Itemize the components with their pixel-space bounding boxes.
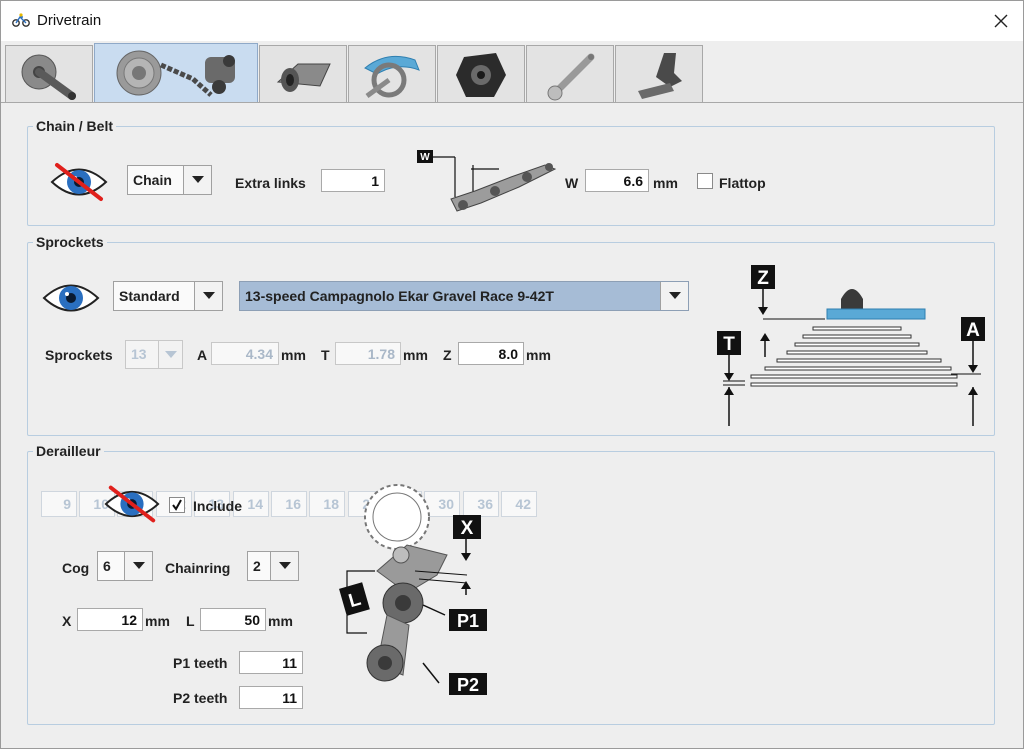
derailleur-group bbox=[27, 451, 995, 725]
tab-cassette-chain-derailleur[interactable] bbox=[94, 43, 258, 105]
chainring-label: Chainring bbox=[165, 560, 231, 576]
chainring-select[interactable]: 2 bbox=[247, 551, 299, 581]
include-derailleur-checkbox[interactable] bbox=[169, 497, 185, 513]
chain-width-diagram: W bbox=[417, 150, 557, 212]
a-spacing-input[interactable]: 4.34 bbox=[211, 342, 279, 365]
t-unit: mm bbox=[403, 347, 428, 363]
l-label: L bbox=[186, 613, 195, 629]
sprocket-spacing-diagram: Z T A bbox=[717, 265, 985, 426]
z-unit: mm bbox=[526, 347, 551, 363]
cog-value: 6 bbox=[103, 558, 111, 574]
motor-housing-icon bbox=[456, 52, 506, 97]
diagram-x-label: X bbox=[461, 518, 474, 539]
chevron-down-icon bbox=[660, 282, 688, 310]
w-label: W bbox=[565, 175, 579, 191]
checkmark-icon bbox=[172, 499, 182, 511]
cog-label: Cog bbox=[62, 560, 90, 576]
extra-links-input[interactable]: 1 bbox=[321, 169, 385, 192]
chain-type-value: Chain bbox=[133, 172, 172, 188]
p2-teeth-input[interactable]: 11 bbox=[239, 686, 303, 709]
x-offset-input[interactable]: 12 bbox=[77, 608, 143, 631]
chainring-value: 2 bbox=[253, 558, 261, 574]
include-label: Include bbox=[193, 498, 243, 514]
tab-chainring-guard[interactable] bbox=[348, 45, 436, 103]
eye-visible-icon[interactable] bbox=[41, 277, 101, 319]
derailleur-diagram: P1 P2 X L bbox=[339, 484, 487, 695]
t-label: T bbox=[321, 347, 330, 363]
crankset-icon bbox=[21, 54, 76, 100]
diagram-a-label: A bbox=[966, 320, 980, 341]
bottom-bracket-icon bbox=[276, 63, 331, 92]
cyclist-icon bbox=[12, 13, 30, 27]
eye-hidden-icon[interactable] bbox=[103, 483, 161, 525]
chevron-down-icon bbox=[158, 341, 182, 368]
flattop-label: Flattop bbox=[719, 175, 766, 191]
chevron-down-icon bbox=[194, 282, 222, 310]
crank-arm-icon bbox=[547, 53, 595, 100]
eye-hidden-icon[interactable] bbox=[49, 161, 109, 203]
window-title: Drivetrain bbox=[37, 12, 102, 29]
sprocket-count-value: 13 bbox=[131, 346, 147, 362]
chevron-down-icon bbox=[183, 166, 211, 194]
sprocket-mode-select[interactable]: Standard bbox=[113, 281, 223, 311]
sprockets-count-label: Sprockets bbox=[45, 347, 113, 363]
l-length-input[interactable]: 50 bbox=[200, 608, 266, 631]
p1-teeth-label: P1 teeth bbox=[173, 655, 228, 671]
tab-crank-arm[interactable] bbox=[526, 45, 614, 103]
tab-bottom-bracket[interactable] bbox=[259, 45, 347, 103]
chain-belt-legend: Chain / Belt bbox=[33, 118, 117, 134]
chain-type-select[interactable]: Chain bbox=[127, 165, 212, 195]
tab-front-derailleur[interactable] bbox=[615, 45, 703, 103]
x-unit: mm bbox=[145, 613, 170, 629]
cassette-chain-derailleur-icon bbox=[116, 50, 235, 97]
close-button[interactable] bbox=[987, 7, 1015, 35]
diagram-w-label: W bbox=[420, 152, 430, 163]
front-derailleur-icon bbox=[638, 52, 682, 99]
chainring-guard-icon bbox=[364, 55, 420, 98]
l-unit: mm bbox=[268, 613, 293, 629]
cog-select[interactable]: 6 bbox=[97, 551, 153, 581]
cassette-select[interactable]: 13-speed Campagnolo Ekar Gravel Race 9-4… bbox=[239, 281, 689, 311]
sprocket-count-select[interactable]: 13 bbox=[125, 340, 183, 369]
diagram-p1-label: P1 bbox=[457, 611, 479, 631]
tab-crankset[interactable] bbox=[5, 45, 93, 103]
sprockets-legend: Sprockets bbox=[33, 234, 107, 250]
z-label: Z bbox=[443, 347, 452, 363]
component-tabs bbox=[1, 41, 1023, 105]
a-label: A bbox=[197, 347, 208, 363]
close-icon bbox=[994, 14, 1008, 28]
p2-teeth-label: P2 teeth bbox=[173, 690, 228, 706]
a-unit: mm bbox=[281, 347, 306, 363]
diagram-z-label: Z bbox=[757, 268, 769, 289]
cassette-value: 13-speed Campagnolo Ekar Gravel Race 9-4… bbox=[240, 282, 660, 310]
z-offset-input[interactable]: 8.0 bbox=[458, 342, 524, 365]
diagram-t-label: T bbox=[723, 334, 735, 355]
sprocket-mode-value: Standard bbox=[119, 288, 180, 304]
chain-width-input[interactable]: 6.6 bbox=[585, 169, 649, 192]
title-bar: Drivetrain bbox=[1, 1, 1023, 41]
extra-links-label: Extra links bbox=[235, 175, 306, 191]
flattop-checkbox[interactable] bbox=[697, 173, 713, 189]
drivetrain-panel: Chain / Belt Chain Extra links 1 W W 6.6… bbox=[5, 103, 1019, 743]
tab-motor-housing[interactable] bbox=[437, 45, 525, 103]
w-unit: mm bbox=[653, 175, 678, 191]
chevron-down-icon bbox=[270, 552, 298, 580]
t-thickness-input[interactable]: 1.78 bbox=[335, 342, 401, 365]
chevron-down-icon bbox=[124, 552, 152, 580]
derailleur-legend: Derailleur bbox=[33, 443, 104, 459]
diagram-p2-label: P2 bbox=[457, 675, 479, 695]
drivetrain-window: Drivetrain Chain / Belt Chain Extra link… bbox=[0, 0, 1024, 749]
p1-teeth-input[interactable]: 11 bbox=[239, 651, 303, 674]
x-label: X bbox=[62, 613, 72, 629]
